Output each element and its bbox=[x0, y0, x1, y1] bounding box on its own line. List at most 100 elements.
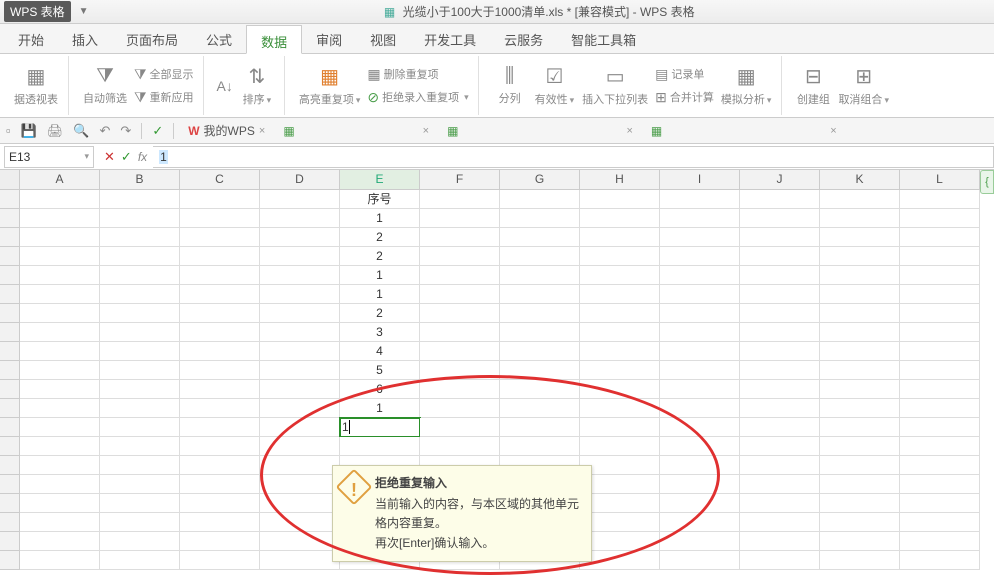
cell[interactable]: 1 bbox=[340, 399, 420, 418]
cell[interactable] bbox=[820, 532, 900, 551]
cell[interactable] bbox=[500, 285, 580, 304]
cell[interactable] bbox=[500, 304, 580, 323]
cell[interactable] bbox=[180, 209, 260, 228]
cell[interactable] bbox=[660, 285, 740, 304]
cell[interactable] bbox=[580, 209, 660, 228]
cell[interactable] bbox=[180, 190, 260, 209]
cell[interactable] bbox=[180, 266, 260, 285]
cell[interactable]: 2 bbox=[340, 304, 420, 323]
cell[interactable]: 2 bbox=[340, 247, 420, 266]
recordset-button[interactable]: ▤记录单 bbox=[652, 64, 717, 85]
cell[interactable] bbox=[900, 551, 980, 570]
cell[interactable] bbox=[420, 266, 500, 285]
col-header[interactable]: C bbox=[180, 170, 260, 189]
cell[interactable] bbox=[20, 190, 100, 209]
tab-data[interactable]: 数据 bbox=[246, 25, 302, 54]
cell[interactable] bbox=[20, 513, 100, 532]
cell[interactable] bbox=[580, 285, 660, 304]
cell[interactable] bbox=[100, 399, 180, 418]
cell[interactable] bbox=[180, 323, 260, 342]
cell[interactable] bbox=[260, 323, 340, 342]
cell[interactable]: 1 bbox=[340, 266, 420, 285]
cell[interactable] bbox=[100, 190, 180, 209]
cell[interactable] bbox=[820, 475, 900, 494]
cell[interactable] bbox=[260, 513, 340, 532]
row-header[interactable] bbox=[0, 475, 20, 494]
tab-layout[interactable]: 页面布局 bbox=[112, 24, 192, 53]
whatif-button[interactable]: ▦ 模拟分析▾ bbox=[717, 62, 776, 109]
cell[interactable] bbox=[500, 437, 580, 456]
cell[interactable] bbox=[260, 551, 340, 570]
reject-dup-button[interactable]: ⊘拒绝录入重复项▾ bbox=[364, 87, 471, 108]
cell[interactable] bbox=[420, 190, 500, 209]
cell[interactable] bbox=[260, 285, 340, 304]
cell[interactable] bbox=[260, 266, 340, 285]
mywps-tab[interactable]: W 我的WPS × bbox=[182, 120, 271, 141]
chevron-down-icon[interactable]: ▾ bbox=[84, 151, 89, 162]
cell[interactable] bbox=[580, 247, 660, 266]
cell[interactable] bbox=[820, 266, 900, 285]
cell[interactable] bbox=[20, 437, 100, 456]
cell[interactable]: 1 bbox=[340, 418, 420, 437]
cell[interactable] bbox=[660, 437, 740, 456]
cell[interactable] bbox=[260, 456, 340, 475]
cell[interactable] bbox=[420, 323, 500, 342]
cell[interactable] bbox=[900, 494, 980, 513]
close-icon[interactable]: × bbox=[423, 125, 429, 137]
row-header[interactable] bbox=[0, 285, 20, 304]
row-header[interactable] bbox=[0, 304, 20, 323]
cell[interactable] bbox=[820, 456, 900, 475]
cell[interactable] bbox=[740, 228, 820, 247]
accept-icon[interactable]: ✓ bbox=[150, 123, 165, 139]
cell[interactable] bbox=[740, 475, 820, 494]
cell[interactable] bbox=[500, 209, 580, 228]
cell[interactable] bbox=[900, 532, 980, 551]
cell[interactable] bbox=[180, 494, 260, 513]
new-icon[interactable]: ▫ bbox=[4, 123, 13, 138]
cell[interactable] bbox=[180, 551, 260, 570]
cell[interactable] bbox=[820, 551, 900, 570]
cell[interactable] bbox=[900, 304, 980, 323]
cell[interactable] bbox=[740, 380, 820, 399]
cancel-edit-icon[interactable]: ✕ bbox=[104, 149, 115, 165]
cell[interactable] bbox=[20, 228, 100, 247]
row-header[interactable] bbox=[0, 437, 20, 456]
row-header[interactable] bbox=[0, 494, 20, 513]
cell[interactable] bbox=[20, 209, 100, 228]
cell[interactable] bbox=[500, 418, 580, 437]
cell[interactable] bbox=[420, 304, 500, 323]
cell[interactable] bbox=[580, 190, 660, 209]
cell[interactable] bbox=[900, 285, 980, 304]
cell[interactable] bbox=[820, 399, 900, 418]
cell[interactable] bbox=[20, 285, 100, 304]
cell[interactable] bbox=[900, 475, 980, 494]
cell[interactable]: 1 bbox=[340, 285, 420, 304]
cell[interactable] bbox=[420, 399, 500, 418]
col-header[interactable]: G bbox=[500, 170, 580, 189]
doc-tab-1[interactable]: ▦ × bbox=[277, 122, 435, 140]
cell[interactable] bbox=[500, 323, 580, 342]
cell[interactable] bbox=[900, 456, 980, 475]
spreadsheet-grid[interactable]: A B C D E F G H I J K L 序号122112345611 !… bbox=[0, 170, 994, 583]
cell[interactable] bbox=[660, 209, 740, 228]
cell[interactable] bbox=[500, 342, 580, 361]
close-icon[interactable]: × bbox=[830, 125, 836, 137]
cell[interactable] bbox=[180, 228, 260, 247]
redo-icon[interactable]: ↷ bbox=[118, 123, 133, 139]
cell[interactable] bbox=[20, 342, 100, 361]
tab-cloud[interactable]: 云服务 bbox=[490, 24, 557, 53]
cell[interactable] bbox=[820, 361, 900, 380]
sort-asc-button[interactable]: A↓ bbox=[214, 76, 236, 96]
preview-icon[interactable]: 🔍 bbox=[71, 123, 91, 139]
cell[interactable] bbox=[660, 513, 740, 532]
cell[interactable] bbox=[900, 399, 980, 418]
cell[interactable] bbox=[820, 228, 900, 247]
cell[interactable] bbox=[500, 228, 580, 247]
cell[interactable] bbox=[900, 437, 980, 456]
cell[interactable]: 4 bbox=[340, 342, 420, 361]
cell[interactable]: 6 bbox=[340, 380, 420, 399]
cell[interactable] bbox=[580, 266, 660, 285]
cell[interactable] bbox=[100, 418, 180, 437]
col-header[interactable]: H bbox=[580, 170, 660, 189]
cell[interactable] bbox=[820, 285, 900, 304]
